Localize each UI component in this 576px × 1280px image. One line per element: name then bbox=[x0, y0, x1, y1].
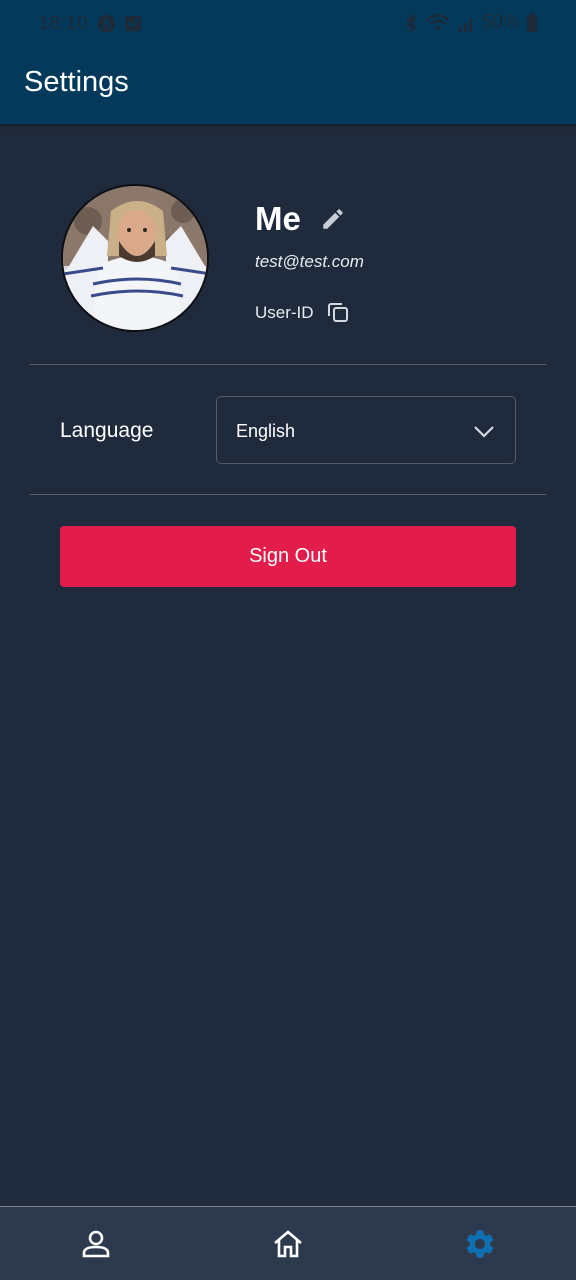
sign-out-button[interactable]: Sign Out bbox=[60, 526, 516, 587]
avatar[interactable] bbox=[61, 184, 209, 332]
bottom-navigation bbox=[0, 1206, 576, 1280]
nav-item-profile[interactable] bbox=[0, 1207, 192, 1280]
battery-percent: 50% bbox=[481, 12, 520, 33]
nav-item-settings[interactable] bbox=[384, 1207, 576, 1280]
profile-name: Me bbox=[255, 200, 301, 237]
copy-icon[interactable] bbox=[326, 300, 350, 324]
bluetooth-icon bbox=[405, 13, 417, 33]
mail-notification-icon bbox=[124, 15, 142, 32]
home-icon bbox=[274, 1230, 302, 1258]
language-label: Language bbox=[60, 419, 154, 442]
gear-icon bbox=[466, 1230, 494, 1258]
person-icon bbox=[82, 1230, 110, 1258]
status-bar: 18:10 50% bbox=[0, 0, 576, 48]
wifi-icon bbox=[426, 14, 450, 31]
page-title: Settings bbox=[24, 66, 129, 98]
divider bbox=[30, 494, 546, 495]
battery-icon bbox=[527, 13, 537, 32]
status-right: 50% bbox=[402, 12, 538, 34]
user-id-label: User-ID bbox=[255, 303, 314, 322]
avatar-photo bbox=[63, 186, 207, 330]
chevron-down-icon bbox=[474, 426, 494, 438]
divider bbox=[30, 364, 546, 365]
language-selected-value: English bbox=[236, 421, 296, 441]
nav-item-home[interactable] bbox=[192, 1207, 384, 1280]
signal-icon bbox=[458, 19, 472, 32]
language-select[interactable]: English bbox=[216, 396, 516, 464]
profile-email: test@test.com bbox=[255, 252, 364, 271]
pencil-icon[interactable] bbox=[320, 206, 346, 232]
status-time: 18:10 bbox=[38, 13, 89, 34]
app-notification-icon bbox=[97, 14, 116, 33]
top-app-bar: 18:10 50% Settings bbox=[0, 0, 576, 124]
